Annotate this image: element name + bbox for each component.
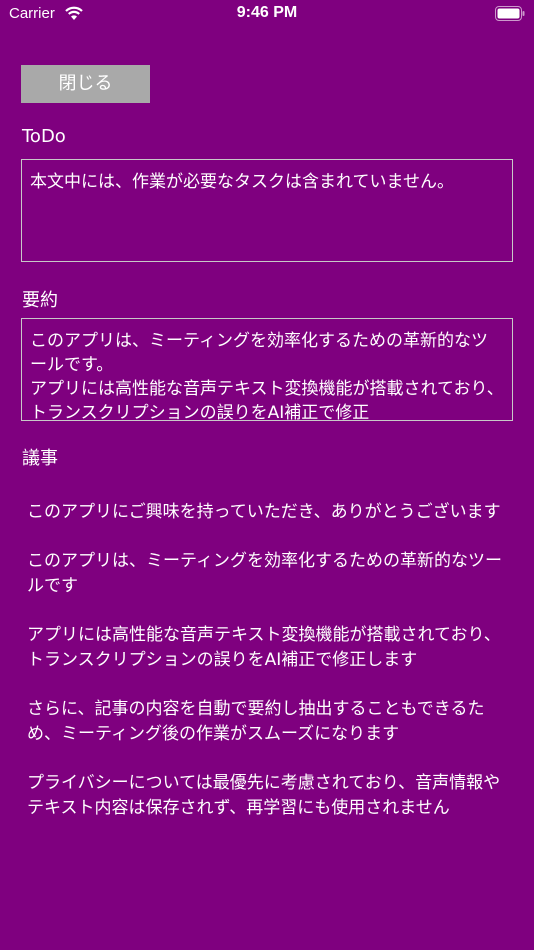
todo-label: ToDo	[22, 126, 66, 147]
summary-textview[interactable]: このアプリは、ミーティングを効率化するための革新的なツールです。 アプリには高性能…	[21, 318, 513, 421]
summary-line: アプリには高性能な音声テキスト変換機能が搭載されており、トランスクリプションの誤…	[30, 379, 504, 421]
battery-icon	[495, 6, 525, 21]
minutes-text: このアプリにご興味を持っていただき、ありがとうございますこのアプリは、ミーティン…	[27, 500, 507, 845]
minutes-paragraph: アプリには高性能な音声テキスト変換機能が搭載されており、トランスクリプションの誤…	[27, 625, 501, 670]
status-time: 9:46 PM	[236, 4, 298, 21]
minutes-paragraph: プライバシーについては最優先に考慮されており、音声情報やテキスト内容は保存されず…	[27, 773, 501, 818]
todo-textview[interactable]: 本文中には、作業が必要なタスクは含まれていません。	[21, 159, 513, 262]
summary-line: このアプリは、ミーティングを効率化するための革新的なツールです。	[30, 331, 488, 375]
minutes-paragraph: このアプリは、ミーティングを効率化するための革新的なツールです	[27, 551, 502, 596]
summary-label: 要約	[22, 290, 58, 311]
close-button[interactable]: 閉じる	[21, 65, 150, 103]
minutes-label: 議事	[22, 448, 58, 469]
minutes-paragraph: さらに、記事の内容を自動で要約し抽出することもできるため、ミーティング後の作業が…	[27, 699, 485, 744]
minutes-paragraph: このアプリにご興味を持っていただき、ありがとうございます	[27, 502, 501, 522]
status-bar: Carrier 9:46 PM	[0, 0, 534, 28]
